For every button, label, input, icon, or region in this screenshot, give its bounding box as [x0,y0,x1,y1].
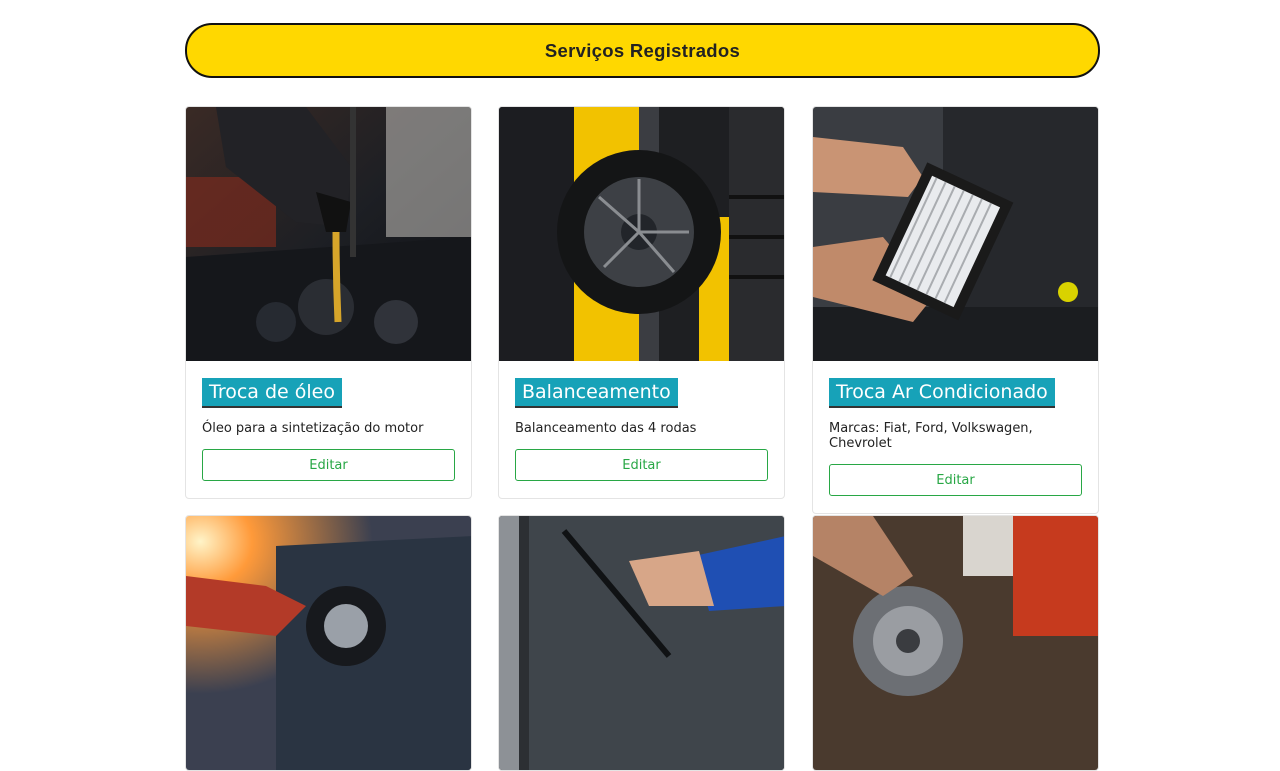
service-title: Troca Ar Condicionado [829,378,1055,408]
wheel-balancing-photo [499,107,784,361]
oil-change-photo [186,107,471,361]
service-description: Marcas: Fiat, Ford, Volkswagen, Chevrole… [829,421,1033,451]
service-title: Troca de óleo [202,378,342,408]
windshield-wiper-photo [499,516,784,770]
service-card [498,515,785,771]
edit-button[interactable]: Editar [829,464,1082,496]
service-card: Troca de óleo Óleo para a sintetização d… [185,106,472,499]
edit-button[interactable]: Editar [515,449,768,481]
page-header: Serviços Registrados [185,23,1100,78]
service-description: Balanceamento das 4 rodas [515,421,697,436]
air-filter-photo [813,107,1098,361]
edit-button[interactable]: Editar [202,449,455,481]
service-card [812,515,1099,771]
service-title: Balanceamento [515,378,678,408]
page-title: Serviços Registrados [544,39,741,61]
service-description: Óleo para a sintetização do motor [202,421,424,436]
service-card [185,515,472,771]
service-card: Balanceamento Balanceamento das 4 rodas … [498,106,785,499]
clutch-disc-photo [813,516,1098,770]
car-wheel-repair-photo [186,516,471,770]
service-card: Troca Ar Condicionado Marcas: Fiat, Ford… [812,106,1099,514]
